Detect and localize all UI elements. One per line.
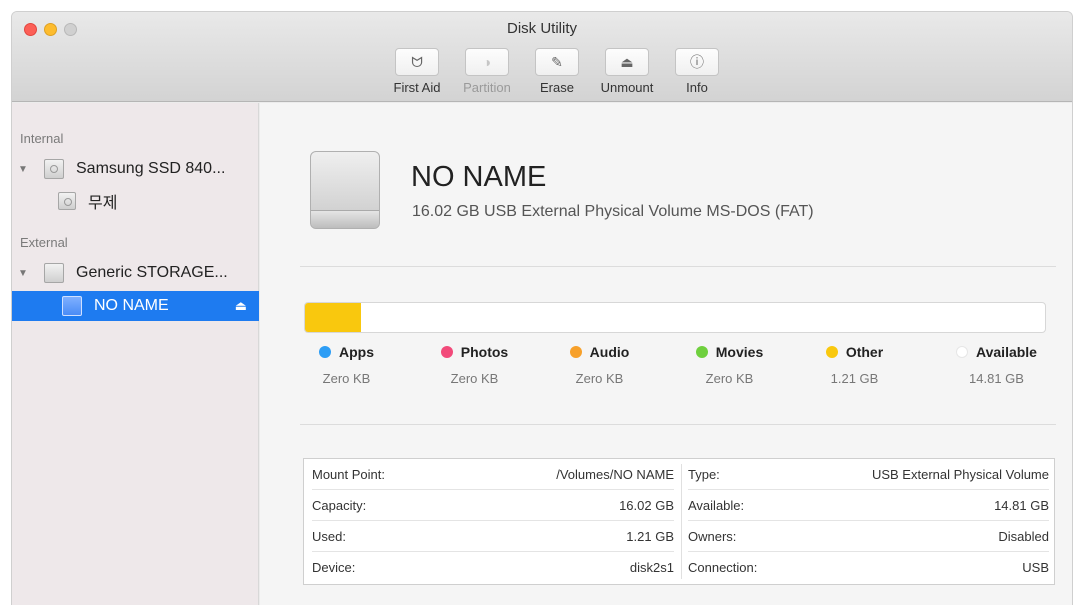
- info-value: /Volumes/NO NAME: [556, 466, 674, 482]
- info-key: Device:: [312, 560, 356, 575]
- legend-value: Zero KB: [450, 371, 499, 386]
- table-row: Capacity: 16.02 GB Available: 14.81 GB: [304, 490, 1054, 521]
- sidebar-item-label: 무제: [88, 195, 118, 212]
- partition-button[interactable]: ◑: [465, 48, 509, 76]
- info-key: Mount Point:: [312, 466, 385, 482]
- legend-value: Zero KB: [575, 371, 624, 386]
- info-tool[interactable]: ⓘ Info: [662, 48, 732, 95]
- legend-item-apps: Apps Zero KB: [304, 344, 389, 386]
- divider: [300, 424, 1056, 425]
- first-aid-tool[interactable]: ᗢ First Aid: [382, 48, 452, 95]
- info-key: Available:: [688, 497, 745, 513]
- divider: [300, 266, 1056, 267]
- info-value: USB: [1022, 560, 1049, 575]
- main-content: NO NAME 16.02 GB USB External Physical V…: [260, 103, 1072, 605]
- sidebar: Internal ▼ Samsung SSD 840... 무제 Externa…: [12, 103, 259, 605]
- unmount-label: Unmount: [600, 80, 654, 95]
- info-label: Info: [686, 80, 708, 95]
- unmount-tool[interactable]: ⏏ Unmount: [592, 48, 662, 95]
- info-key: Capacity:: [312, 497, 367, 513]
- legend-value: Zero KB: [705, 371, 754, 386]
- sidebar-item-samsung-ssd[interactable]: ▼ Samsung SSD 840...: [12, 155, 259, 183]
- legend-item-audio: Audio Zero KB: [557, 344, 642, 386]
- photos-color-dot: [440, 346, 453, 358]
- eject-icon[interactable]: ⏏: [235, 298, 247, 314]
- sidebar-item-no-name[interactable]: NO NAME ⏏: [12, 291, 259, 321]
- disclosure-triangle-icon[interactable]: ▼: [18, 268, 30, 279]
- volume-name: NO NAME: [411, 161, 547, 193]
- available-color-dot: [956, 346, 969, 358]
- usage-bar-fill-other: [305, 303, 361, 332]
- first-aid-label: First Aid: [393, 80, 441, 95]
- info-value: USB External Physical Volume: [871, 466, 1049, 482]
- unmount-icon: ⏏: [620, 53, 634, 70]
- legend-item-other: Other 1.21 GB: [812, 344, 897, 386]
- apps-color-dot: [319, 346, 331, 358]
- disclosure-triangle-icon[interactable]: ▼: [18, 164, 30, 175]
- toolbar: ᗢ First Aid ◑ Partition ✎ Erase ⏏ Unmoun…: [382, 48, 732, 95]
- legend-label: Available: [976, 344, 1037, 360]
- audio-color-dot: [569, 346, 582, 358]
- usb-drive-icon: [310, 151, 380, 229]
- usage-bar: [304, 302, 1046, 333]
- volume-info-table: Mount Point: /Volumes/NO NAME Type: USB Ex…: [303, 458, 1055, 585]
- external-disk-icon: [44, 263, 64, 283]
- partition-icon: ◑: [482, 54, 492, 70]
- stethoscope-icon: ᗢ: [411, 53, 423, 70]
- first-aid-button[interactable]: ᗢ: [395, 48, 439, 76]
- volume-icon: [58, 192, 76, 210]
- legend-value: Zero KB: [322, 371, 371, 386]
- erase-tool[interactable]: ✎ Erase: [522, 48, 592, 95]
- legend-item-photos: Photos Zero KB: [432, 344, 517, 386]
- partition-tool[interactable]: ◑ Partition: [452, 48, 522, 95]
- table-row: Device: disk2s1 Connection: USB: [304, 552, 1054, 583]
- disk-utility-window: Disk Utility ᗢ First Aid ◑ Partition ✎ E…: [12, 12, 1072, 605]
- info-value: 14.81 GB: [994, 497, 1049, 513]
- window-title: Disk Utility: [507, 20, 577, 37]
- sidebar-section-external: External: [20, 235, 68, 250]
- legend-label: Photos: [460, 344, 509, 360]
- table-row: Mount Point: /Volumes/NO NAME Type: USB Ex…: [304, 459, 1054, 490]
- info-value: 1.21 GB: [626, 528, 674, 544]
- usage-legend: Apps Zero KB Photos Zero KB Audio Zero K…: [304, 344, 1049, 392]
- sidebar-item-label: Generic STORAGE...: [76, 264, 228, 281]
- info-icon: ⓘ: [690, 54, 704, 70]
- legend-item-available: Available 14.81 GB: [944, 344, 1049, 386]
- legend-label: Apps: [339, 344, 374, 360]
- sidebar-item-generic-storage[interactable]: ▼ Generic STORAGE...: [12, 259, 259, 287]
- legend-label: Movies: [715, 344, 764, 360]
- internal-disk-icon: [44, 159, 64, 179]
- legend-value: 1.21 GB: [830, 371, 879, 386]
- sidebar-item-label: NO NAME: [94, 297, 169, 314]
- titlebar: Disk Utility ᗢ First Aid ◑ Partition ✎ E…: [12, 12, 1072, 102]
- info-key: Owners:: [688, 528, 737, 544]
- info-value: Disabled: [998, 528, 1049, 544]
- info-key: Type:: [688, 466, 720, 482]
- legend-item-movies: Movies Zero KB: [687, 344, 772, 386]
- legend-label: Other: [845, 344, 884, 360]
- volume-icon: [62, 296, 82, 316]
- erase-label: Erase: [540, 80, 574, 95]
- info-key: Used:: [312, 528, 346, 544]
- movies-color-dot: [695, 346, 708, 358]
- legend-value: 14.81 GB: [969, 371, 1024, 386]
- table-row: Used: 1.21 GB Owners: Disabled: [304, 521, 1054, 552]
- partition-label: Partition: [463, 80, 511, 95]
- legend-label: Audio: [589, 344, 630, 360]
- info-key: Connection:: [688, 560, 758, 575]
- info-button[interactable]: ⓘ: [675, 48, 719, 76]
- erase-icon: ✎: [551, 53, 563, 70]
- other-color-dot: [825, 346, 838, 358]
- erase-button[interactable]: ✎: [535, 48, 579, 76]
- unmount-button[interactable]: ⏏: [605, 48, 649, 76]
- info-value: 16.02 GB: [619, 497, 674, 513]
- volume-description: 16.02 GB USB External Physical Volume MS…: [412, 203, 814, 220]
- sidebar-item-label: Samsung SSD 840...: [76, 160, 226, 177]
- sidebar-section-internal: Internal: [20, 131, 64, 146]
- info-value: disk2s1: [629, 560, 674, 575]
- sidebar-item-untitled-volume[interactable]: 무제: [12, 187, 259, 215]
